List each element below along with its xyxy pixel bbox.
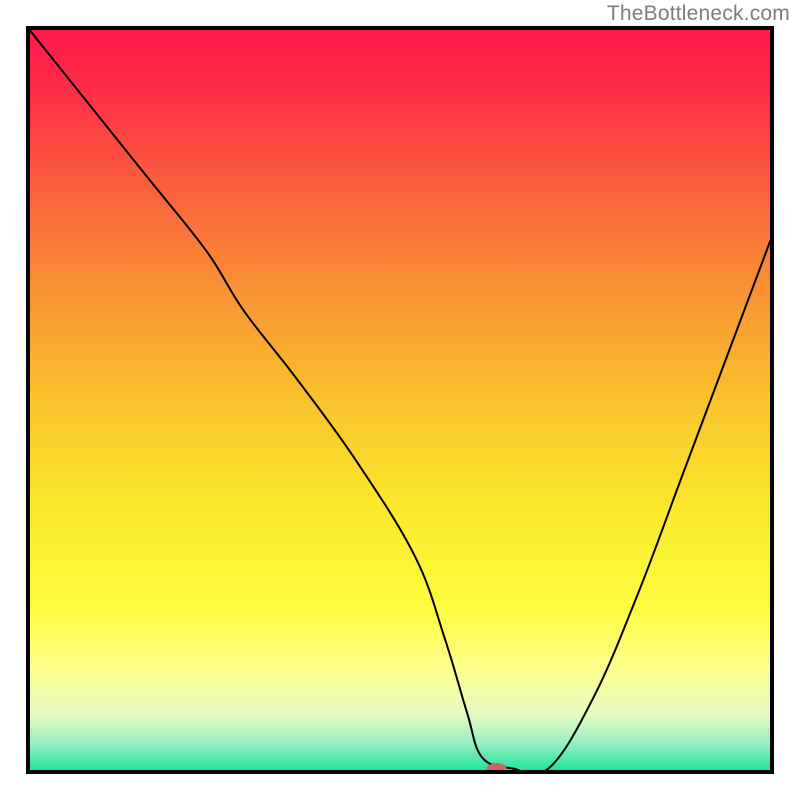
bottleneck-chart [0,0,800,800]
watermark-text: TheBottleneck.com [607,2,790,26]
gradient-background [28,28,772,772]
chart-container: TheBottleneck.com [0,0,800,800]
